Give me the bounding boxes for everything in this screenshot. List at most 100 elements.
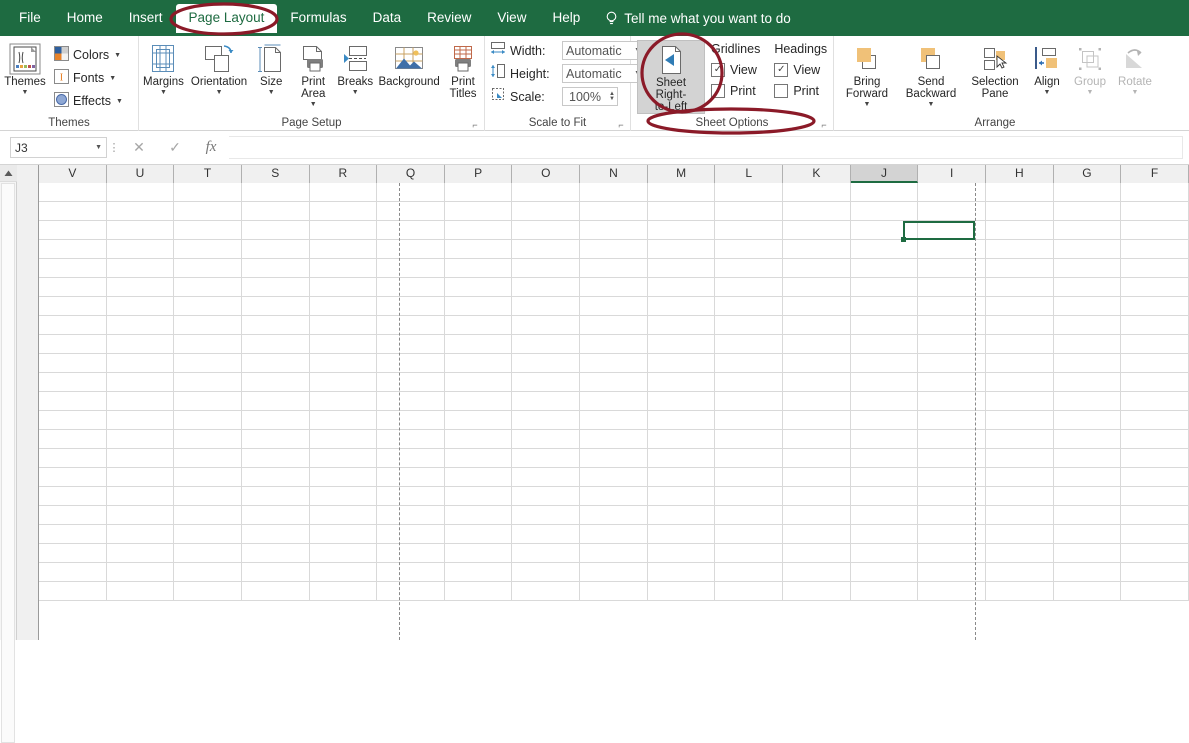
grid-cell[interactable] [986,297,1054,315]
grid-cell[interactable] [1054,354,1122,372]
grid-cell[interactable] [1054,183,1122,201]
tab-home[interactable]: Home [54,4,116,33]
grid-cell[interactable] [1121,411,1189,429]
background-button[interactable]: Background [376,40,442,88]
grid-cell[interactable] [174,506,242,524]
grid-cell[interactable] [986,373,1054,391]
grid-cell[interactable] [851,487,919,505]
grid-cell[interactable] [310,259,378,277]
grid-cell[interactable] [851,278,919,296]
grid-cell[interactable] [648,563,716,581]
grid-cell[interactable] [174,240,242,258]
gridlines-view-checkbox[interactable]: ✓ [711,63,725,77]
column-header-S[interactable]: S [242,165,310,183]
grid-cell[interactable] [1054,373,1122,391]
grid-cell[interactable] [242,259,310,277]
tab-help[interactable]: Help [539,4,593,33]
grid-cell[interactable] [986,278,1054,296]
grid-cell[interactable] [39,183,107,201]
print-titles-button[interactable]: Print Titles [442,40,484,100]
grid-cell[interactable] [242,354,310,372]
grid-cell[interactable] [1054,278,1122,296]
grid-cell[interactable] [242,202,310,220]
grid-cell[interactable] [310,221,378,239]
margins-button[interactable]: Margins ▼ [139,40,188,96]
grid-cell[interactable] [783,392,851,410]
grid-cell[interactable] [39,221,107,239]
grid-cell[interactable] [580,259,648,277]
grid-cell[interactable] [242,449,310,467]
grid-cell[interactable] [715,506,783,524]
grid-cell[interactable] [242,582,310,600]
grid-cell[interactable] [107,563,175,581]
effects-button[interactable]: Effects ▼ [50,90,127,112]
grid-cell[interactable] [377,259,445,277]
grid-cell[interactable] [986,449,1054,467]
grid-cell[interactable] [986,487,1054,505]
grid-cell[interactable] [512,183,580,201]
grid-cell[interactable] [715,582,783,600]
grid-cell[interactable] [310,278,378,296]
grid-cell[interactable] [174,354,242,372]
selection-pane-button[interactable]: Selection Pane [964,40,1026,100]
grid-cell[interactable] [107,183,175,201]
grid-cell[interactable] [648,582,716,600]
grid-cell[interactable] [1054,449,1122,467]
grid-cell[interactable] [107,240,175,258]
grid-cell[interactable] [377,411,445,429]
grid-cell[interactable] [648,506,716,524]
grid-cell[interactable] [174,297,242,315]
grid-cell[interactable] [783,240,851,258]
grid-cell[interactable] [1121,221,1189,239]
grid-cell[interactable] [783,430,851,448]
grid-cell[interactable] [39,392,107,410]
grid-cell[interactable] [986,354,1054,372]
grid-cell[interactable] [107,278,175,296]
grid-cell[interactable] [512,525,580,543]
grid-cell[interactable] [783,582,851,600]
grid-cell[interactable] [851,525,919,543]
grid-cell[interactable] [174,563,242,581]
chevron-down-icon[interactable]: ▼ [109,75,116,82]
column-header-G[interactable]: G [1054,165,1122,183]
grid-cell[interactable] [715,335,783,353]
grid-cell[interactable] [445,354,513,372]
chevron-down-icon[interactable]: ▼ [1132,89,1139,96]
grid-cell[interactable] [445,373,513,391]
chevron-down-icon[interactable]: ▼ [310,101,317,108]
grid-cell[interactable] [107,335,175,353]
tab-file[interactable]: File [6,4,54,33]
grid-cell[interactable] [445,240,513,258]
grid-cell[interactable] [580,468,648,486]
grid-cell[interactable] [715,354,783,372]
grid-cell[interactable] [174,259,242,277]
grid-cell[interactable] [512,487,580,505]
grid-cell[interactable] [242,392,310,410]
chevron-down-icon[interactable]: ▼ [609,97,615,102]
grid-cell[interactable] [1121,487,1189,505]
tell-me-search[interactable]: Tell me what you want to do [605,11,791,26]
grid-cell[interactable] [242,297,310,315]
grid-cell[interactable] [986,183,1054,201]
grid-cell[interactable] [377,202,445,220]
grid-cell[interactable] [648,221,716,239]
grid-cell[interactable] [39,430,107,448]
grid-cell[interactable] [1054,430,1122,448]
grid-cell[interactable] [1121,430,1189,448]
grid-cell[interactable] [512,373,580,391]
grid-cell[interactable] [512,259,580,277]
chevron-down-icon[interactable]: ▼ [1044,89,1051,96]
grid-cell[interactable] [648,449,716,467]
grid-cell[interactable] [310,582,378,600]
column-header-R[interactable]: R [310,165,378,183]
grid-cell[interactable] [851,354,919,372]
grid-cell[interactable] [445,544,513,562]
grid-cell[interactable] [310,373,378,391]
chevron-down-icon[interactable]: ▼ [1087,89,1094,96]
tab-insert[interactable]: Insert [116,4,176,33]
send-backward-button[interactable]: Send Backward ▼ [898,40,964,108]
grid-cell[interactable] [377,392,445,410]
grid-cell[interactable] [242,563,310,581]
grid-cell[interactable] [986,563,1054,581]
grid-cell[interactable] [242,240,310,258]
